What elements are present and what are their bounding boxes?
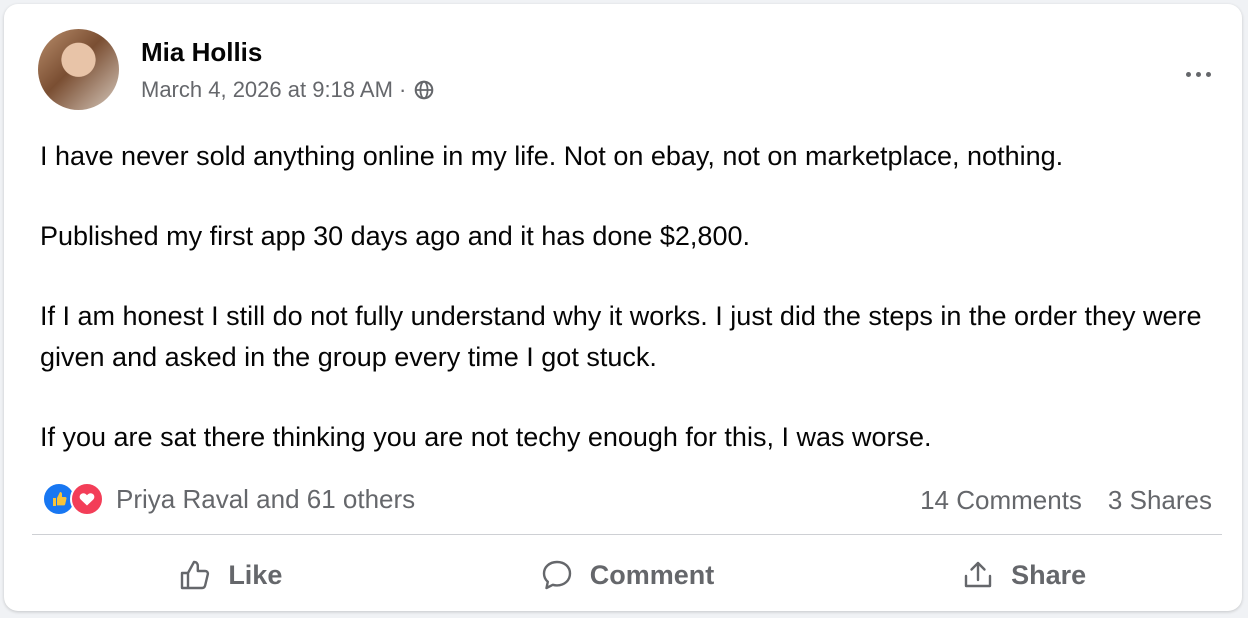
share-icon — [964, 561, 992, 588]
more-dot-icon — [1185, 71, 1191, 77]
post-meta: March 4, 2026 at 9:18 AM · — [141, 77, 434, 103]
post-body: I have never sold anything online in my … — [40, 136, 1220, 458]
post-paragraph: If you are sat there thinking you are no… — [40, 422, 932, 452]
more-dot-icon — [1205, 71, 1211, 77]
shares-count[interactable]: 3 Shares — [1108, 485, 1212, 516]
reaction-summary[interactable]: Priya Raval and 61 others — [42, 482, 415, 516]
like-label: Like — [228, 559, 283, 590]
like-button[interactable]: Like — [32, 544, 429, 606]
love-reaction-icon — [70, 482, 104, 516]
post-paragraph: Published my first app 30 days ago and i… — [40, 221, 750, 251]
meta-separator: · — [398, 77, 407, 102]
action-bar: Like Comment Share — [32, 544, 1222, 606]
globe-icon[interactable] — [414, 80, 434, 100]
post-timestamp[interactable]: March 4, 2026 at 9:18 AM — [141, 77, 393, 103]
comment-label: Comment — [589, 559, 715, 590]
share-label: Share — [1011, 559, 1087, 590]
post-paragraph: If I am honest I still do not fully unde… — [40, 301, 1202, 372]
more-dot-icon — [1195, 71, 1201, 77]
thumbs-up-icon — [181, 560, 210, 590]
comment-icon — [542, 560, 571, 590]
comments-count[interactable]: 14 Comments — [920, 485, 1082, 516]
post-card: Mia Hollis March 4, 2026 at 9:18 AM · I … — [4, 4, 1242, 611]
avatar[interactable] — [38, 29, 119, 110]
author-name[interactable]: Mia Hollis — [141, 37, 262, 68]
divider — [32, 534, 1222, 535]
comment-button[interactable]: Comment — [429, 544, 826, 606]
more-options-button[interactable] — [1174, 60, 1222, 88]
engagement-counts: 14 Comments 3 Shares — [920, 485, 1212, 516]
reaction-summary-text[interactable]: Priya Raval and 61 others — [116, 484, 415, 515]
post-paragraph: I have never sold anything online in my … — [40, 141, 1064, 171]
share-button[interactable]: Share — [825, 544, 1222, 606]
